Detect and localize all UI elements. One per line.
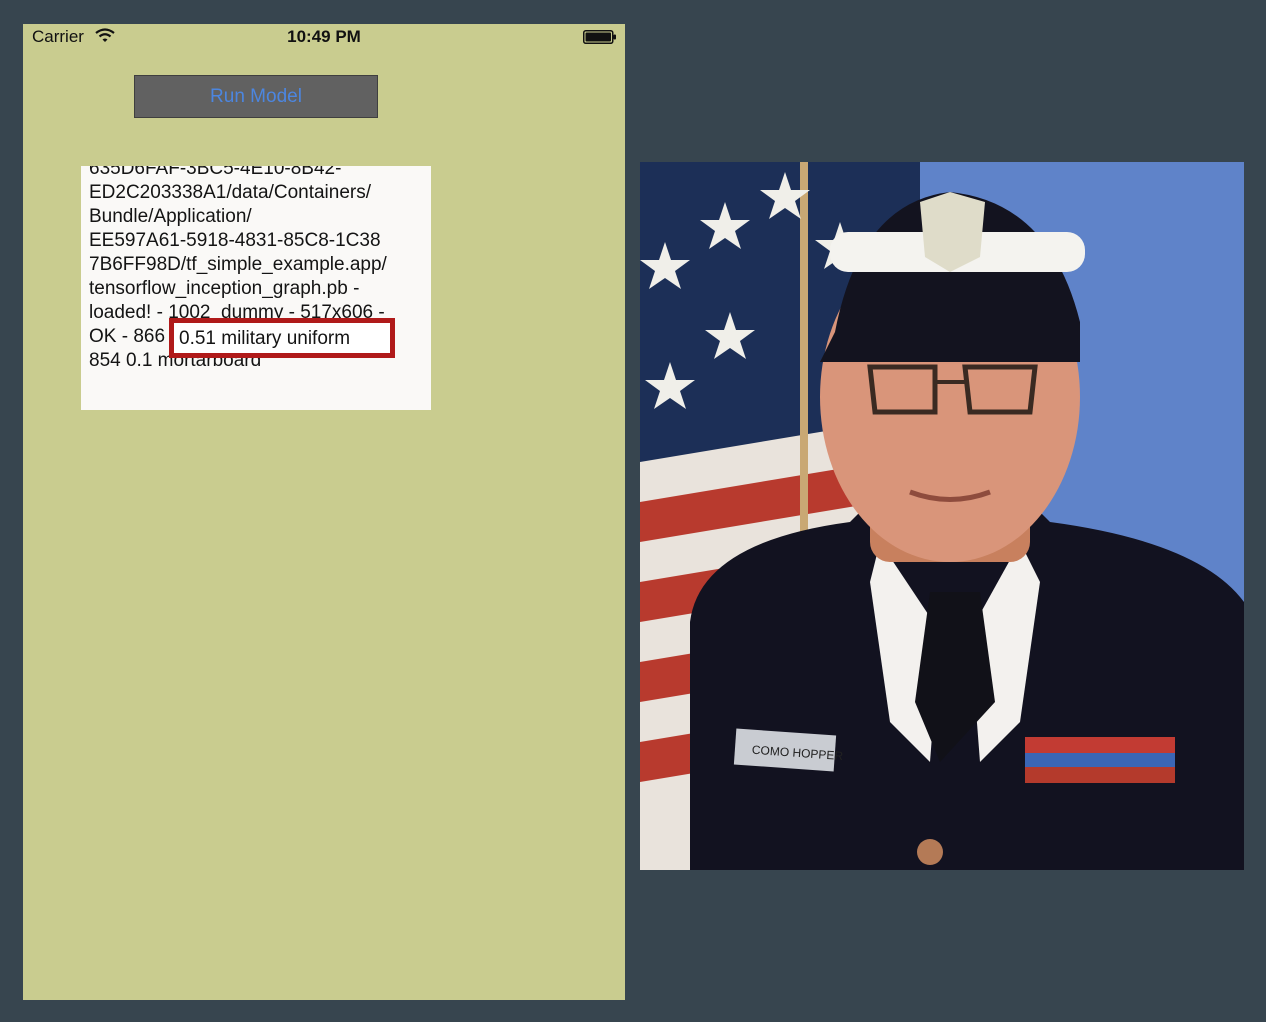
log-line: ED2C203338A1/data/Containers/: [89, 182, 372, 203]
battery-icon: [583, 30, 616, 44]
run-model-button[interactable]: Run Model: [134, 75, 378, 118]
status-bar: Carrier 10:49 PM: [23, 24, 625, 50]
input-photo: COMO HOPPER: [640, 162, 1244, 870]
log-line: 7B6FF98D/tf_simple_example.app/: [89, 254, 387, 275]
app-screen: Carrier 10:49 PM Run Model 635D6FAF-3BC5…: [23, 24, 625, 1000]
top-prediction-label: 0.51 military uniform: [179, 328, 351, 349]
prediction-highlight: 0.51 military uniform: [169, 318, 395, 358]
log-output: 635D6FAF-3BC5-4E10-8B42- ED2C203338A1/da…: [81, 166, 431, 410]
status-time: 10:49 PM: [287, 27, 361, 46]
log-line: EE597A61-5918-4831-85C8-1C38: [89, 230, 381, 251]
log-line: 635D6FAF-3BC5-4E10-8B42-: [89, 166, 342, 179]
log-line: Bundle/Application/: [89, 206, 252, 227]
log-line: tensorflow_inception_graph.pb -: [89, 278, 360, 299]
